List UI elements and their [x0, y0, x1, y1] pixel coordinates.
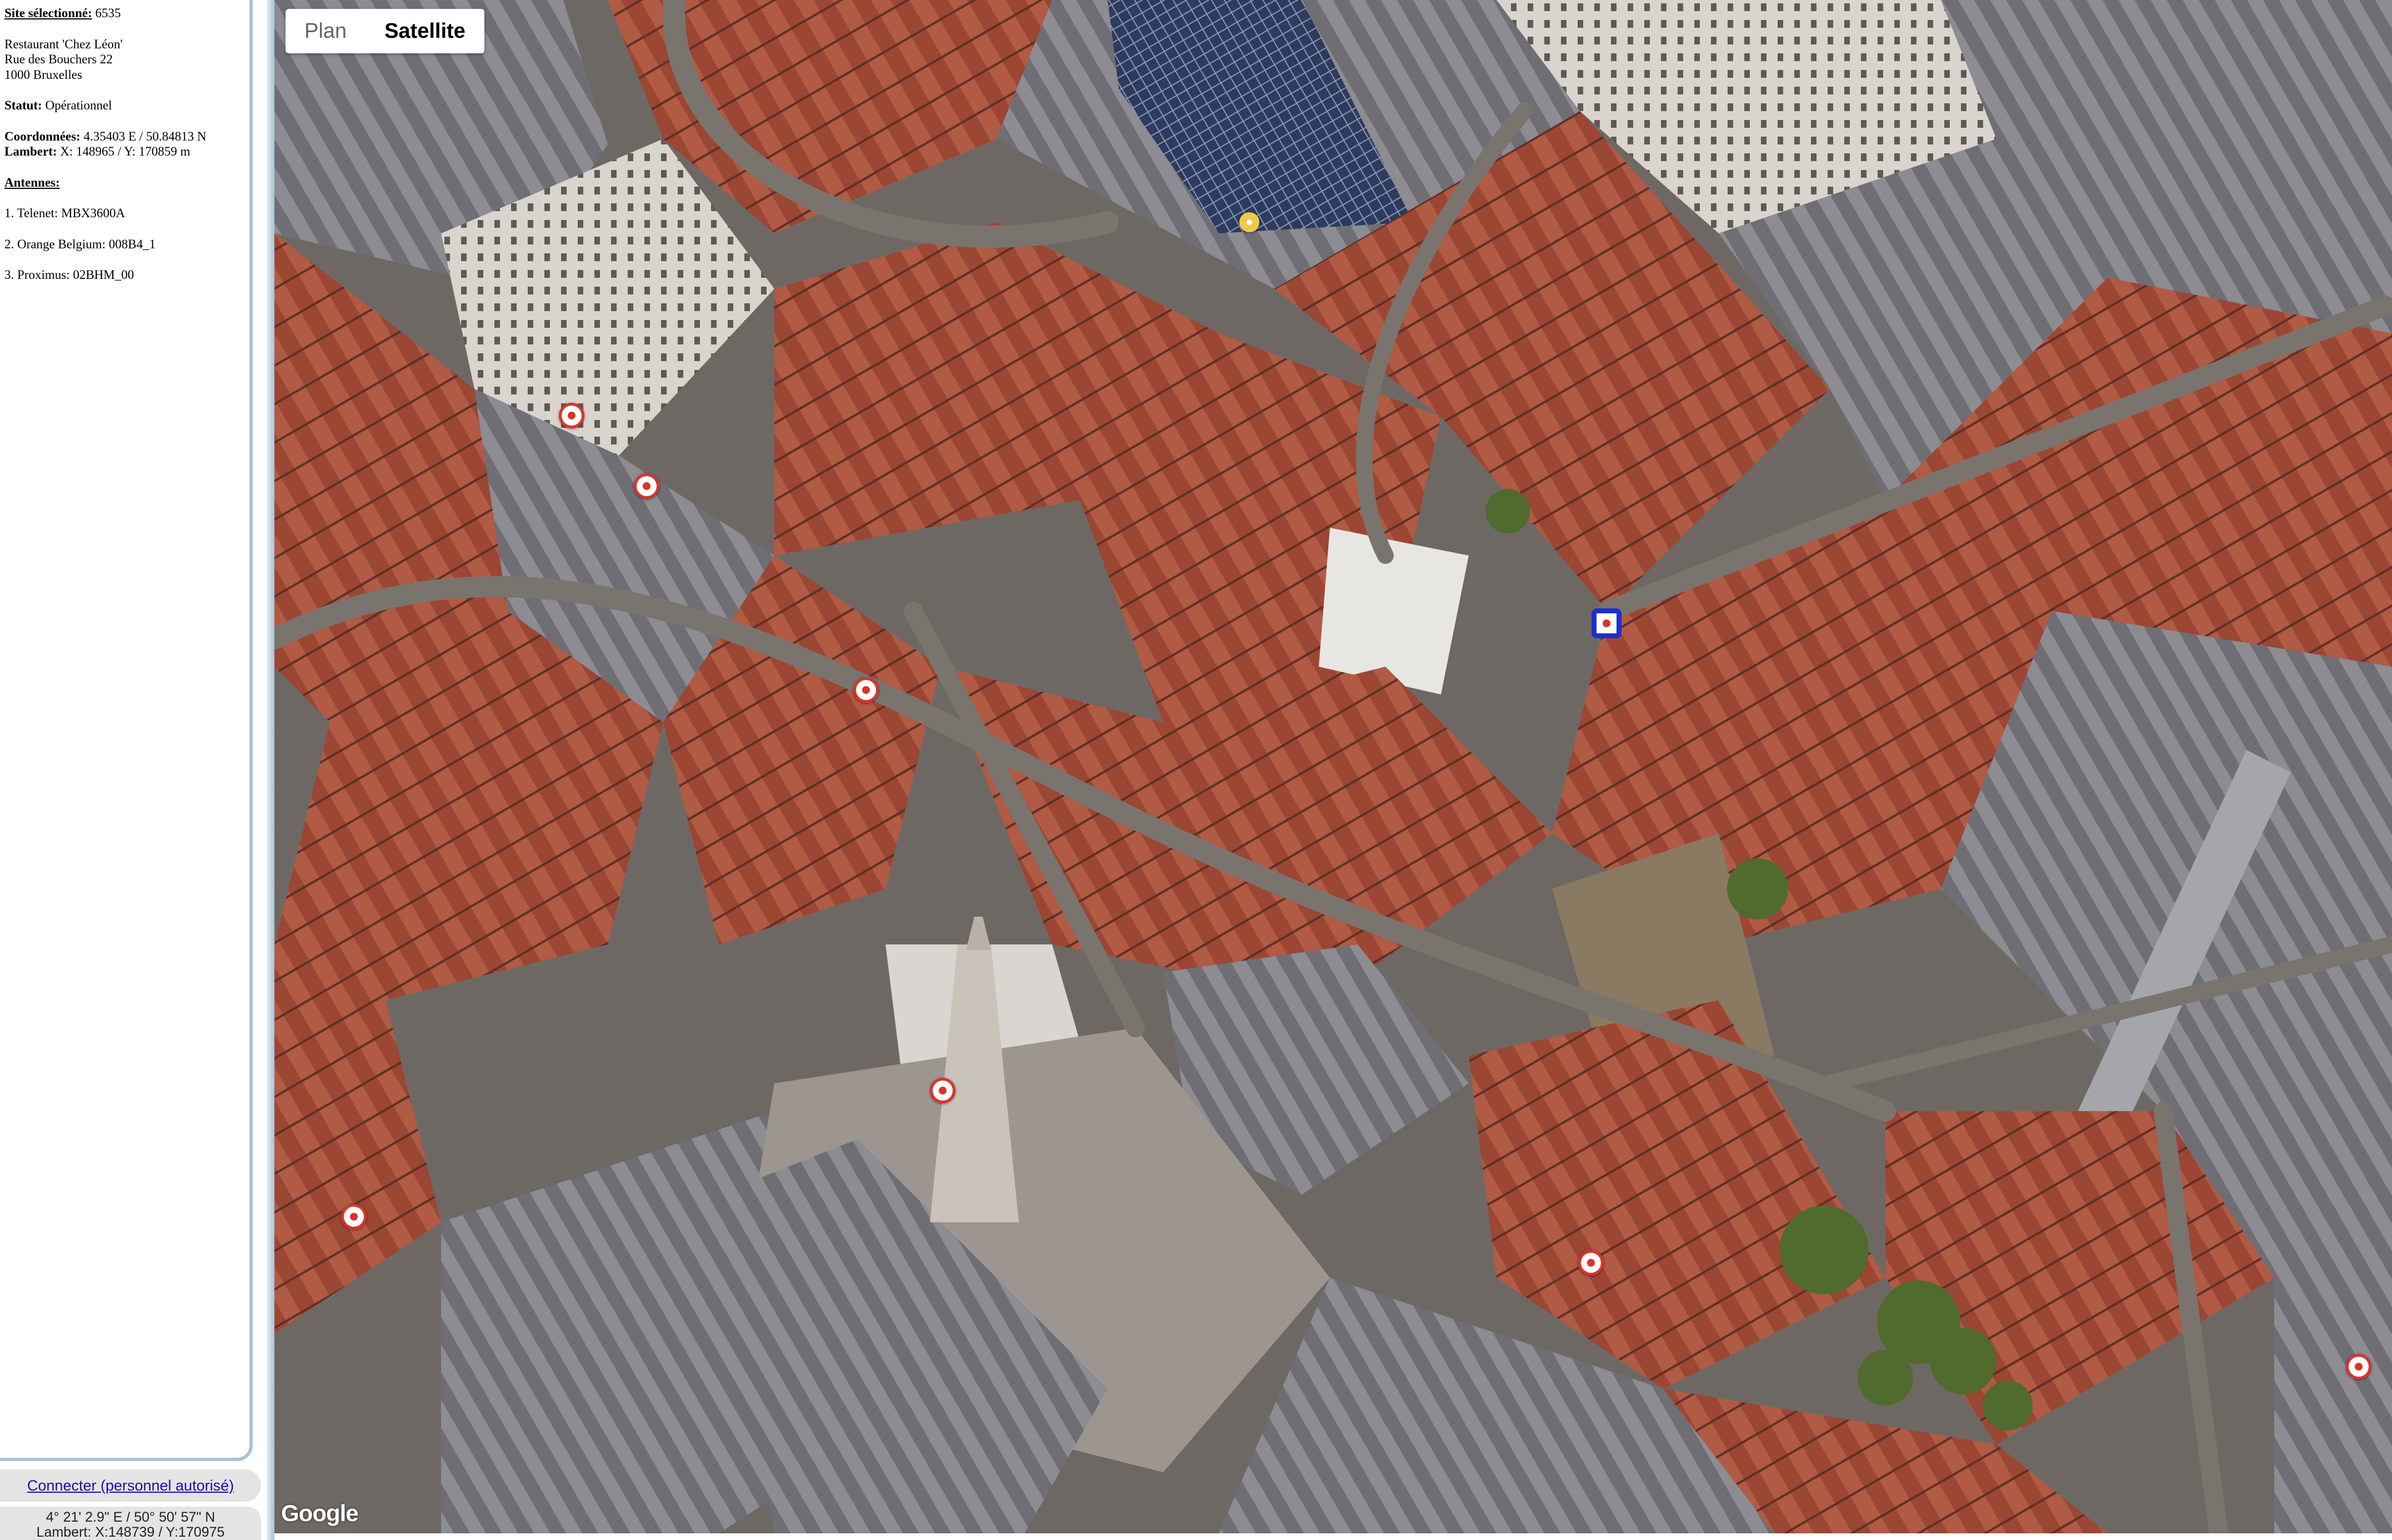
lambert-label: Lambert: — [4, 144, 57, 158]
cursor-coords-box: 4° 21' 2.9" E / 50° 50' 57" N Lambert: X… — [0, 1507, 261, 1540]
pin-marker[interactable] — [1239, 212, 1259, 232]
antenna-marker[interactable] — [1578, 1250, 1604, 1276]
address-line-3: 1000 Bruxelles — [4, 67, 82, 82]
antenna-item: 1. Telenet: MBX3600A — [4, 206, 126, 220]
map-type-plan-button[interactable]: Plan — [286, 9, 366, 53]
antenna-marker[interactable] — [559, 403, 584, 428]
satellite-imagery — [274, 0, 2392, 1533]
selected-antenna-marker[interactable] — [1594, 611, 1619, 636]
map-type-control: Plan Satellite — [286, 9, 484, 53]
antenna-marker[interactable] — [634, 473, 659, 499]
status-value: Opérationnel — [45, 98, 112, 112]
coords-value: 4.35403 E / 50.84813 N — [83, 129, 207, 143]
google-logo: Google — [281, 1500, 359, 1526]
map-type-satellite-button[interactable]: Satellite — [366, 9, 484, 53]
address-line-2: Rue des Bouchers 22 — [4, 52, 113, 66]
sidebar: Site sélectionné: 6535 Restaurant 'Chez … — [0, 0, 274, 1540]
antenna-marker[interactable] — [2346, 1354, 2371, 1379]
site-label: Site sélectionné: — [4, 6, 92, 20]
site-info-panel: Site sélectionné: 6535 Restaurant 'Chez … — [0, 0, 253, 1461]
antenna-marker[interactable] — [853, 677, 879, 703]
site-id: 6535 — [95, 6, 121, 20]
antenna-marker[interactable] — [341, 1204, 367, 1229]
antenna-item: 3. Proximus: 02BHM_00 — [4, 268, 134, 282]
antenna-item: 2. Orange Belgium: 008B4_1 — [4, 237, 156, 251]
building-blocks — [274, 0, 2392, 1533]
connect-link[interactable]: Connecter (personnel autorisé) — [27, 1477, 234, 1494]
app-root: Site sélectionné: 6535 Restaurant 'Chez … — [0, 0, 2392, 1540]
satellite-map[interactable]: Plan Satellite Google — [274, 0, 2392, 1533]
antenna-marker[interactable] — [930, 1078, 955, 1103]
lambert-value: X: 148965 / Y: 170859 m — [60, 144, 191, 158]
status-label: Statut: — [4, 98, 42, 112]
coords-label: Coordonnées: — [4, 129, 81, 143]
antennas-label: Antennes: — [4, 175, 60, 189]
cursor-coords: 4° 21' 2.9" E / 50° 50' 57" N — [46, 1509, 216, 1525]
cursor-lambert: Lambert: X:148739 / Y:170975 — [36, 1524, 225, 1540]
connect-box: Connecter (personnel autorisé) — [0, 1469, 261, 1502]
panel-divider[interactable] — [267, 0, 274, 1540]
address-line-1: Restaurant 'Chez Léon' — [4, 37, 123, 51]
